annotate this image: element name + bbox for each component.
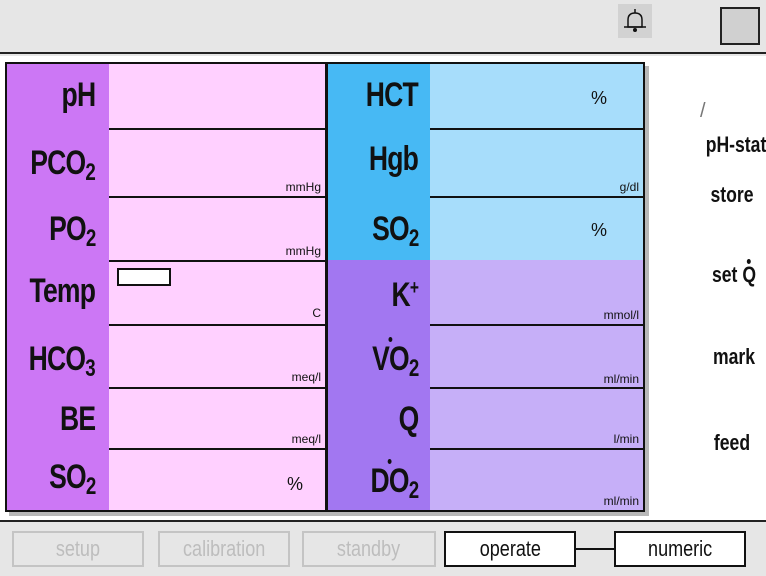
param-label-so2-right: SO2 [371, 210, 419, 252]
param-label-so2: SO2 [48, 458, 96, 500]
tab-numeric[interactable]: numeric [614, 531, 746, 567]
unit-pco2: mmHg [285, 180, 321, 194]
set-q-letter: Q [742, 259, 757, 287]
set-q-prefix: set [711, 262, 743, 287]
set-q-button[interactable]: set Q [694, 259, 766, 288]
unit-vo2: ml/min [603, 372, 639, 386]
param-label-hgb: Hgb [368, 140, 419, 178]
unit-q: l/min [613, 432, 639, 446]
row-separator [109, 260, 325, 262]
param-label-q: Q [398, 400, 419, 438]
unit-po2: mmHg [285, 244, 321, 258]
unit-hct: % [590, 88, 607, 108]
temp-input-box[interactable] [117, 268, 171, 286]
param-label-be: BE [59, 400, 96, 438]
feed-button[interactable]: feed [692, 430, 766, 456]
tab-standby[interactable]: standby [302, 531, 436, 567]
square-button[interactable] [720, 7, 760, 45]
param-label-hct: HCT [365, 76, 419, 114]
tab-connector [575, 548, 615, 550]
param-label-do2: DO2 [370, 459, 419, 504]
row-separator [430, 387, 643, 389]
unit-so2-left: % [286, 474, 303, 494]
unit-do2: ml/min [603, 494, 639, 508]
param-label-hco3: HCO3 [28, 340, 96, 382]
param-label-po2: PO2 [48, 210, 96, 252]
unit-hco3: meq/l [291, 370, 321, 384]
unit-so2-right: % [590, 220, 607, 240]
row-separator [430, 196, 643, 198]
param-label-ph: pH [61, 76, 96, 114]
tab-setup[interactable]: setup [12, 531, 144, 567]
ph-stat-button[interactable]: pH-stat [696, 132, 766, 158]
unit-temp: C [312, 306, 321, 320]
param-label-vo2: VO2 [371, 337, 419, 382]
store-button[interactable]: store [692, 182, 766, 208]
title-bar [0, 0, 766, 54]
param-label-pco2: PCO2 [30, 144, 96, 186]
unit-k: mmol/l [603, 308, 639, 322]
unit-be: meq/l [291, 432, 321, 446]
bell-icon[interactable] [618, 4, 652, 38]
bell-icon-graphic [624, 9, 646, 32]
row-separator [430, 448, 643, 450]
right-top-value-column [430, 64, 643, 260]
parameter-panel: pH PCO2 PO2 Temp HCO3 BE SO2 mmHg mmHg C… [5, 62, 645, 512]
tab-calibration[interactable]: calibration [158, 531, 290, 567]
param-label-k: K+ [391, 276, 418, 314]
row-separator [109, 387, 325, 389]
param-label-temp: Temp [29, 272, 95, 310]
row-separator [430, 128, 643, 130]
unit-hgb: g/dl [619, 180, 639, 194]
tab-operate[interactable]: operate [444, 531, 576, 567]
slash-mark: / [700, 100, 706, 122]
row-separator [109, 324, 325, 326]
row-separator [430, 324, 643, 326]
row-separator [109, 128, 325, 130]
row-separator [109, 196, 325, 198]
row-separator [109, 448, 325, 450]
mode-tab-bar: setup calibration standby operate numeri… [0, 520, 766, 576]
mark-button[interactable]: mark [694, 344, 766, 370]
